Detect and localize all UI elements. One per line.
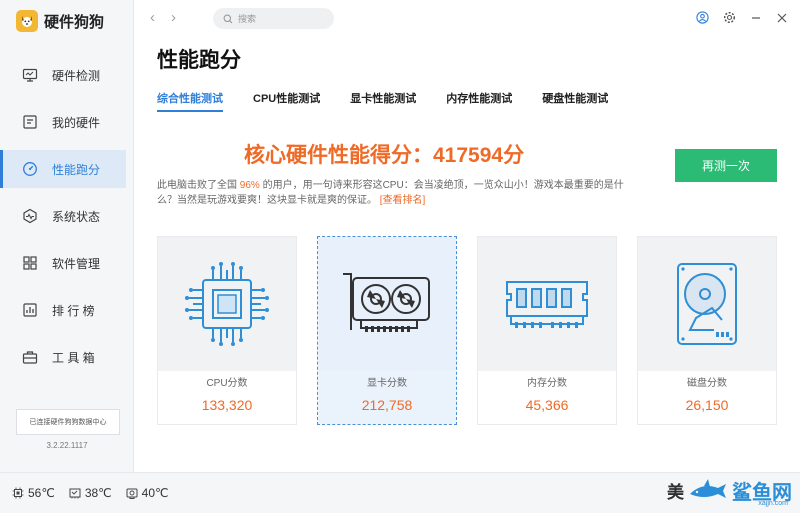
- back-arrow-icon[interactable]: ‹: [150, 9, 155, 26]
- benchmark-tabs: 综合性能测试 CPU性能测试 显卡性能测试 内存性能测试 硬盘性能测试: [157, 90, 638, 112]
- version-label: 3.2.22.1117: [46, 441, 88, 450]
- card-label: CPU分数: [206, 378, 248, 389]
- card-image: [638, 237, 776, 371]
- tab-gpu[interactable]: 显卡性能测试: [350, 90, 416, 112]
- sidebar: 硬件狗狗 硬件检测 我的硬件 性能跑分 系统状态 软件管理 排 行 榜 工 具 …: [0, 0, 134, 472]
- sidebar-item-hardware-check[interactable]: 硬件检测: [0, 56, 126, 94]
- tab-memory[interactable]: 内存性能测试: [446, 90, 512, 112]
- sidebar-item-my-hardware[interactable]: 我的硬件: [0, 103, 126, 141]
- cpu-icon: [185, 262, 269, 346]
- sidebar-item-label: 硬件检测: [52, 68, 101, 83]
- card-image: [158, 237, 296, 371]
- desc-text: 此电脑击败了全国: [157, 180, 240, 191]
- card-value: 212,758: [361, 397, 413, 413]
- sidebar-item-label: 我的硬件: [52, 115, 101, 130]
- gpu-score-card[interactable]: 显卡分数 212,758: [317, 236, 457, 425]
- retest-button[interactable]: 再测一次: [675, 149, 777, 182]
- card-label: 内存分数: [527, 378, 567, 389]
- cpu-temp-icon: [12, 487, 24, 499]
- close-icon[interactable]: [776, 12, 788, 24]
- memory-score-card[interactable]: 内存分数 45,366: [477, 236, 617, 425]
- dog-logo-icon: [16, 10, 38, 32]
- temp-value: 56℃: [28, 486, 55, 500]
- shark-icon: [690, 478, 726, 498]
- sidebar-item-software[interactable]: 软件管理: [0, 244, 126, 282]
- ram-icon: [506, 281, 588, 328]
- tab-cpu[interactable]: CPU性能测试: [253, 90, 320, 112]
- tab-disk[interactable]: 硬盘性能测试: [542, 90, 608, 112]
- gear-icon[interactable]: [723, 11, 736, 24]
- sidebar-item-label: 排 行 榜: [52, 303, 95, 318]
- gpu-temp-icon: [69, 488, 81, 499]
- score-description: 此电脑击败了全国 96% 的用户，用一句诗来形容这CPU：会当凌绝顶，一览众山小…: [157, 178, 637, 208]
- card-value: 45,366: [525, 397, 569, 413]
- disk-temperature: 40℃: [126, 486, 169, 500]
- toolbox-icon: [22, 351, 38, 364]
- card-value: 133,320: [201, 397, 253, 413]
- card-label: 显卡分数: [367, 378, 407, 389]
- search-input[interactable]: 搜索: [213, 8, 334, 29]
- monitor-icon: [22, 68, 38, 82]
- search-icon: [223, 14, 233, 23]
- score-cards: CPU分数 133,320 显卡分数 212,758 内存分数 45,366 磁…: [157, 236, 777, 425]
- page-title: 性能跑分: [157, 49, 241, 72]
- cpu-temperature: 56℃: [12, 486, 55, 500]
- disk-score-card[interactable]: 磁盘分数 26,150: [637, 236, 777, 425]
- forward-arrow-icon[interactable]: ›: [171, 9, 176, 26]
- card-value: 26,150: [685, 397, 729, 413]
- sidebar-item-system-status[interactable]: 系统状态: [0, 197, 126, 235]
- card-image: [318, 237, 456, 371]
- tab-overall[interactable]: 综合性能测试: [157, 90, 223, 112]
- brand: 硬件狗狗: [16, 10, 104, 32]
- sidebar-item-label: 工 具 箱: [52, 350, 95, 365]
- ranking-icon: [23, 303, 37, 317]
- beat-percent: 96%: [239, 180, 260, 191]
- card-image: [478, 237, 616, 371]
- apps-icon: [23, 256, 37, 270]
- gpu-temperature: 38℃: [69, 486, 112, 500]
- hdd-icon: [677, 263, 737, 345]
- window-controls: [696, 11, 788, 24]
- view-ranking-link[interactable]: [查看排名]: [380, 195, 426, 206]
- hardware-icon: [23, 115, 37, 129]
- sidebar-item-label: 系统状态: [52, 209, 101, 224]
- history-nav: ‹ ›: [150, 9, 176, 26]
- sidebar-item-ranking[interactable]: 排 行 榜: [0, 291, 126, 329]
- sidebar-item-label: 软件管理: [52, 256, 101, 271]
- app-name: 硬件狗狗: [44, 13, 105, 31]
- gpu-icon: [343, 273, 430, 332]
- watermark-url: xajjn.com: [758, 500, 788, 507]
- pulse-icon: [23, 208, 37, 224]
- search-placeholder: 搜索: [238, 14, 257, 24]
- disk-temp-icon: [126, 488, 138, 499]
- cpu-score-card[interactable]: CPU分数 133,320: [157, 236, 297, 425]
- watermark-text: 美: [667, 483, 684, 502]
- temp-value: 38℃: [84, 486, 112, 500]
- temp-value: 40℃: [141, 486, 169, 500]
- card-label: 磁盘分数: [687, 378, 727, 389]
- minimize-icon[interactable]: [750, 12, 762, 24]
- sidebar-item-toolbox[interactable]: 工 具 箱: [0, 338, 126, 376]
- connection-status: 已连接硬件狗狗数据中心: [16, 409, 120, 435]
- user-icon[interactable]: [696, 11, 709, 24]
